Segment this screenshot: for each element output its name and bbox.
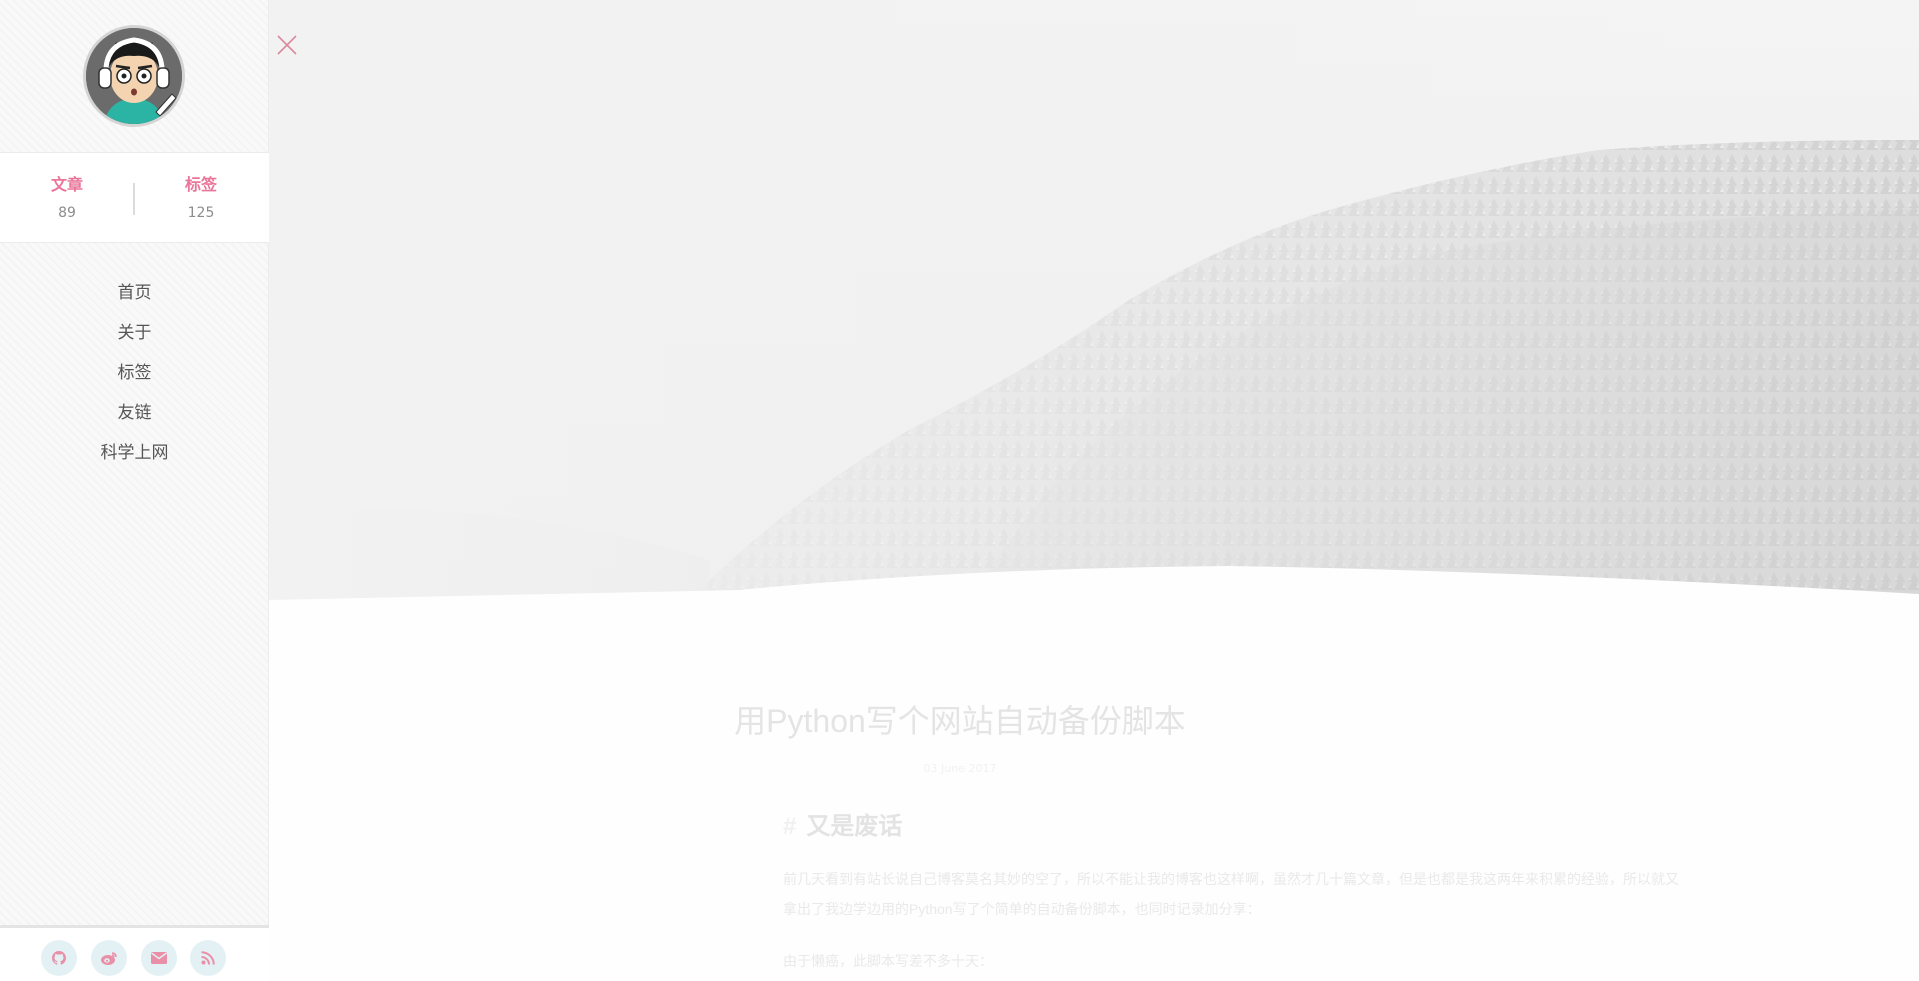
weibo-icon	[101, 952, 117, 965]
section-heading-text: 又是废话	[806, 813, 903, 840]
sidebar-nav: 首页 关于 标签 友链 科学上网	[0, 278, 269, 478]
stat-articles-count: 89	[58, 205, 76, 221]
hero-banner	[269, 0, 1919, 600]
avatar-image	[86, 28, 182, 124]
sidebar: 文章 89 标签 125 首页 关于 标签 友链 科学上网	[0, 0, 269, 981]
article: 用Python写个网站自动备份脚本 03 June 2017 # 又是废话 前几天…	[269, 600, 1919, 981]
email-button[interactable]	[141, 940, 177, 976]
nav-item-about[interactable]: 关于	[0, 318, 269, 358]
section-heading: # 又是废话	[783, 812, 902, 842]
stat-tags-count: 125	[187, 205, 215, 221]
article-date: 03 June 2017	[923, 762, 997, 775]
close-button[interactable]	[276, 34, 298, 56]
close-icon	[277, 35, 297, 55]
article-paragraph: 前几天看到有站长说自己博客莫名其妙的空了，所以不能让我的博客也这样啊，虽然才几十…	[783, 871, 1679, 917]
article-paragraph: 由于懒癌，此脚本写差不多十天：	[783, 953, 993, 969]
social-bar	[0, 925, 269, 981]
email-icon	[151, 952, 167, 964]
stat-tags[interactable]: 标签 125	[134, 175, 268, 222]
nav-item-home[interactable]: 首页	[0, 278, 269, 318]
stats-panel: 文章 89 标签 125	[0, 152, 269, 243]
nav-item-tags[interactable]: 标签	[0, 358, 269, 398]
stat-articles-label: 文章	[50, 175, 83, 194]
rss-icon	[201, 951, 215, 965]
main-content: 用Python写个网站自动备份脚本 03 June 2017 # 又是废话 前几天…	[269, 0, 1919, 981]
hero-forest-image	[269, 0, 1919, 600]
section-anchor[interactable]: #	[783, 813, 796, 840]
rss-button[interactable]	[190, 940, 226, 976]
stat-articles[interactable]: 文章 89	[0, 175, 134, 222]
article-title: 用Python写个网站自动备份脚本	[734, 703, 1186, 739]
nav-item-links[interactable]: 友链	[0, 398, 269, 438]
github-icon	[52, 951, 66, 965]
page-root: 文章 89 标签 125 首页 关于 标签 友链 科学上网 用Python写个网…	[0, 0, 1919, 981]
github-button[interactable]	[41, 940, 77, 976]
weibo-button[interactable]	[91, 940, 127, 976]
stat-tags-label: 标签	[184, 175, 217, 194]
nav-item-proxy[interactable]: 科学上网	[0, 438, 269, 478]
avatar[interactable]	[83, 25, 185, 127]
